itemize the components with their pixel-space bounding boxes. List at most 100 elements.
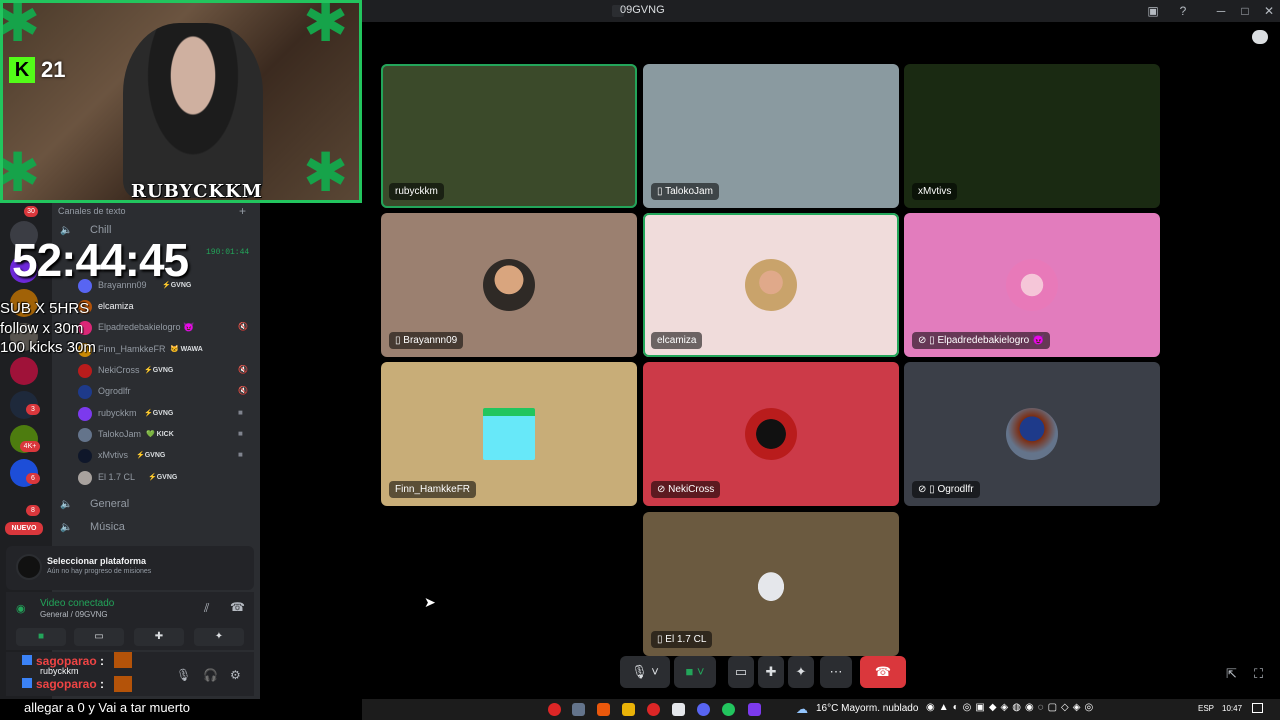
app-icon[interactable]: [748, 703, 761, 716]
kick-viewer-count: 21: [41, 57, 66, 82]
avatar: [745, 259, 797, 311]
tile-name: ⊘ ▯ Elpadredebakielogro 😈: [912, 332, 1051, 349]
avatar: [78, 471, 92, 485]
tile-name: ⊘ ▯ Ogrodlfr: [912, 481, 980, 498]
video-tile[interactable]: rubyckkm: [381, 64, 637, 208]
share-screen-button[interactable]: ▭: [74, 628, 124, 646]
current-username: rubyckkm: [40, 666, 79, 676]
participant-tile[interactable]: ⊘ NekiCross: [643, 362, 899, 506]
settings-gear-icon[interactable]: ⚙: [230, 668, 241, 682]
streamer-name: RUBYCKKM: [131, 181, 263, 202]
muted-icon: ⊘ ▯: [918, 335, 938, 346]
opera-icon[interactable]: [548, 703, 561, 716]
subathon-timer: 52:44:45: [12, 234, 189, 286]
participant-tile[interactable]: ▯ El 1.7 CL: [643, 512, 899, 656]
folder-icon[interactable]: [622, 703, 635, 716]
avatar: [1006, 408, 1058, 460]
avatar: [78, 449, 92, 463]
close-button[interactable]: ✕: [1260, 2, 1278, 20]
muted-icon: 🔇: [238, 322, 248, 331]
spotify-icon[interactable]: [722, 703, 735, 716]
participant-tile[interactable]: ⊘ ▯ Ogrodlfr: [904, 362, 1160, 506]
app-icon[interactable]: [672, 703, 685, 716]
weather-widget[interactable]: 16°C Mayorm. nublado: [816, 703, 918, 714]
inbox-icon[interactable]: ▣: [1144, 2, 1162, 20]
microphone-button[interactable]: 🎙 ˅: [620, 656, 670, 688]
tile-name: xMvtivs: [912, 183, 958, 200]
participant-tile[interactable]: ▯ Brayannn09: [381, 213, 637, 357]
voice-duration: 190:01:44: [206, 248, 250, 257]
camera-button[interactable]: ■: [16, 628, 66, 646]
overlay-rule: SUB X 5HRS: [0, 300, 90, 317]
participant-tile[interactable]: elcamiza: [643, 213, 899, 357]
headphones-icon[interactable]: 🎧: [203, 668, 218, 682]
server-badge: 30: [24, 206, 38, 217]
help-icon[interactable]: ?: [1174, 2, 1192, 20]
deafened-icon: 🔇: [238, 386, 248, 395]
camera-toggle-button[interactable]: ■ ˅: [674, 656, 716, 688]
voice-channel-link[interactable]: General / 09GVNG: [40, 610, 108, 619]
soundboard-button[interactable]: ✦: [788, 656, 814, 688]
microphone-icon[interactable]: 🎙: [176, 668, 191, 682]
soundboard-button[interactable]: ✦: [194, 628, 244, 646]
activities-button[interactable]: ✚: [134, 628, 184, 646]
voice-channel-general[interactable]: 🔈 General: [60, 498, 129, 510]
overlay-rule: 100 kicks 30m: [0, 339, 96, 356]
app-icon[interactable]: [647, 703, 660, 716]
tile-name: elcamiza: [651, 332, 703, 349]
tile-name: ▯ El 1.7 CL: [651, 631, 713, 648]
noise-suppression-icon[interactable]: ⫽: [204, 601, 209, 616]
avatar: [78, 385, 92, 399]
voice-channel-music[interactable]: 🔈 Música: [60, 521, 125, 533]
server-badge: 6: [26, 473, 40, 484]
title-bar: [362, 0, 1280, 22]
quest-title: Seleccionar plataforma: [47, 556, 147, 566]
deafened-icon: ⊘ ▯: [918, 484, 938, 495]
fullscreen-icon[interactable]: ⛶: [1254, 666, 1263, 682]
stream-ticker: allegar a 0 y Vai a tar muerto: [0, 699, 362, 720]
notifications-icon[interactable]: [1252, 703, 1263, 713]
chat-emote: [114, 676, 132, 692]
tray-icons[interactable]: ◉▲◐◎▣◆◈◍◉◌▢◇◈◎: [926, 702, 1097, 713]
popout-icon[interactable]: ⇱: [1226, 666, 1237, 682]
chat-badge-icon: [22, 655, 32, 665]
avatar: [745, 558, 797, 610]
video-tile[interactable]: ▯ TalokoJam: [643, 64, 899, 208]
clock[interactable]: 10:47: [1222, 704, 1242, 713]
chat-bubble-icon[interactable]: [1252, 30, 1268, 44]
leaf-icon: ✱: [3, 3, 55, 53]
more-options-button[interactable]: ⋯: [820, 656, 852, 688]
disconnect-button[interactable]: ☎: [860, 656, 906, 688]
activities-button[interactable]: ✚: [758, 656, 784, 688]
discord-icon[interactable]: [697, 703, 710, 716]
camera-icon: ■: [238, 408, 243, 417]
avatar: [78, 364, 92, 378]
overlay-rule: follow x 30m: [0, 320, 84, 337]
keyboard-language[interactable]: ESP: [1198, 704, 1214, 713]
leaf-icon: ✱: [303, 0, 349, 53]
quest-subtitle: Aún no hay progreso de misiones: [47, 568, 152, 575]
server-badge: 3: [26, 404, 40, 415]
quest-icon: [16, 554, 42, 580]
tile-name: ▯ Brayannn09: [389, 332, 464, 349]
tile-name: ▯ TalokoJam: [651, 183, 719, 200]
maximize-button[interactable]: □: [1236, 2, 1254, 20]
disconnect-icon[interactable]: ☎: [230, 600, 245, 614]
add-channel-icon[interactable]: +: [239, 204, 246, 218]
participant-tile[interactable]: ⊘ ▯ Elpadredebakielogro 😈: [904, 213, 1160, 357]
chat-message: sagoparao :: [22, 677, 104, 691]
avatar: [78, 428, 92, 442]
participant-tile[interactable]: Finn_HamkkeFR: [381, 362, 637, 506]
share-screen-button[interactable]: ▭: [728, 656, 754, 688]
mouse-cursor: ➤: [424, 594, 436, 610]
tile-name: ⊘ NekiCross: [651, 481, 721, 498]
server-icon[interactable]: [10, 357, 38, 385]
avatar: [78, 407, 92, 421]
text-channels-header[interactable]: Canales de texto: [58, 206, 126, 216]
app-icon[interactable]: [597, 703, 610, 716]
video-tile[interactable]: xMvtivs: [904, 64, 1160, 208]
signal-icon: ◉: [16, 603, 26, 615]
avatar: [483, 408, 535, 460]
app-icon[interactable]: [572, 703, 585, 716]
minimize-button[interactable]: ─: [1212, 2, 1230, 20]
